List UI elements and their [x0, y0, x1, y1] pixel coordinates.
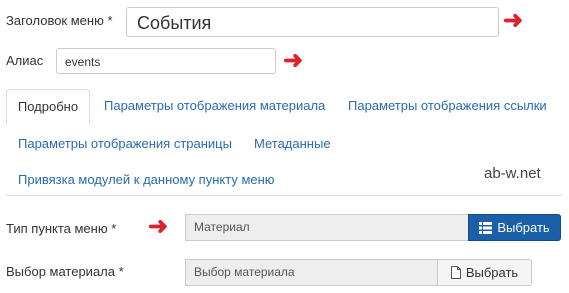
- tab-link-display[interactable]: Параметры отображения ссылки: [348, 98, 547, 113]
- watermark: ab-w.net: [484, 165, 541, 182]
- title-input[interactable]: События: [126, 7, 499, 37]
- tabs-divider: [6, 195, 562, 196]
- menu-type-label: Тип пункта меню *: [6, 221, 117, 236]
- alias-input[interactable]: events: [56, 48, 276, 74]
- arrow-left-icon: ➜: [503, 7, 524, 34]
- arrow-left-icon: ➜: [283, 47, 304, 74]
- select-menu-type-button-label: Выбрать: [497, 220, 550, 235]
- select-article-button[interactable]: Выбрать: [437, 259, 532, 286]
- article-select-label: Выбор материала *: [6, 264, 124, 279]
- tab-metadata[interactable]: Метаданные: [254, 136, 331, 151]
- select-menu-type-button[interactable]: Выбрать: [468, 214, 561, 241]
- title-label: Заголовок меню *: [6, 13, 113, 28]
- menu-type-field: Материал: [185, 214, 469, 241]
- file-icon: [450, 266, 461, 279]
- tab-module-assignment[interactable]: Привязка модулей к данному пункту меню: [18, 172, 275, 187]
- alias-label: Алиас: [6, 53, 44, 68]
- select-article-button-label: Выбрать: [465, 265, 519, 280]
- list-icon: [479, 221, 493, 234]
- article-select-field: Выбор материала: [185, 259, 438, 286]
- tab-page-display[interactable]: Параметры отображения страницы: [18, 136, 232, 151]
- tab-details[interactable]: Подробно: [6, 89, 90, 126]
- tab-article-display[interactable]: Параметры отображения материала: [104, 98, 325, 113]
- arrow-right-icon: ➜: [148, 213, 169, 240]
